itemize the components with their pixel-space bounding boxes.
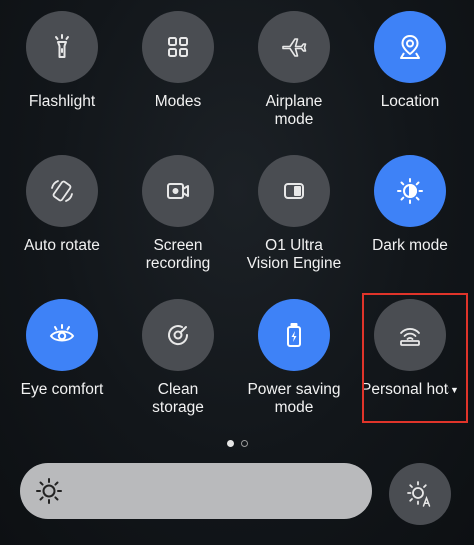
tile-label: Flashlight — [28, 93, 96, 110]
airplane-icon — [282, 38, 307, 57]
flashlight-icon — [55, 34, 69, 58]
tile-auto-rotate[interactable]: Auto rotate — [4, 155, 120, 255]
tile-airplane-mode[interactable]: Airplane mode — [236, 11, 352, 129]
vision-engine-toggle[interactable] — [258, 155, 330, 227]
tile-location[interactable]: Location — [352, 11, 468, 111]
tile-label: Power saving mode — [247, 381, 341, 416]
tile-screen-recording[interactable]: Screen recording — [120, 155, 236, 273]
screen-record-icon — [167, 183, 189, 199]
auto-rotate-toggle[interactable] — [26, 155, 98, 227]
battery-icon — [287, 323, 301, 347]
dark-mode-icon — [397, 178, 423, 204]
location-pin-icon — [400, 35, 420, 59]
auto-brightness-icon — [407, 481, 431, 507]
tile-label: Location — [380, 93, 440, 110]
tile-label: Auto rotate — [24, 237, 100, 254]
clean-storage-toggle[interactable] — [142, 299, 214, 371]
tile-label: O1 Ultra Vision Engine — [246, 237, 342, 272]
page-dot-inactive[interactable] — [240, 440, 248, 447]
flashlight-toggle[interactable] — [26, 11, 98, 83]
page-dot-active[interactable] — [226, 440, 234, 447]
tile-flashlight[interactable]: Flashlight — [4, 11, 120, 111]
page-indicator — [0, 440, 474, 447]
tile-label: Screen recording — [145, 237, 211, 272]
eye-icon — [49, 324, 75, 342]
tile-power-saving[interactable]: Power saving mode — [236, 299, 352, 417]
sun-icon — [36, 478, 62, 504]
tile-label: Dark mode — [372, 237, 448, 254]
tile-dark-mode[interactable]: Dark mode — [352, 155, 468, 255]
screen-recording-toggle[interactable] — [142, 155, 214, 227]
brightness-slider[interactable] — [20, 463, 372, 519]
vision-engine-icon — [284, 183, 304, 199]
location-toggle[interactable] — [374, 11, 446, 83]
auto-brightness-button[interactable] — [389, 463, 451, 525]
tile-label: Airplane mode — [265, 93, 323, 128]
modes-toggle[interactable] — [142, 11, 214, 83]
rotate-icon — [51, 180, 73, 202]
airplane-toggle[interactable] — [258, 11, 330, 83]
tile-vision-engine[interactable]: O1 Ultra Vision Engine — [236, 155, 352, 273]
tile-label: Clean storage — [152, 381, 204, 416]
power-saving-toggle[interactable] — [258, 299, 330, 371]
eye-comfort-toggle[interactable] — [26, 299, 98, 371]
grid-icon — [168, 37, 188, 57]
tile-clean-storage[interactable]: Clean storage — [120, 299, 236, 417]
dark-mode-toggle[interactable] — [374, 155, 446, 227]
tile-label: Eye comfort — [20, 381, 104, 398]
tile-modes[interactable]: Modes — [120, 11, 236, 111]
quick-settings-panel: Flashlight Modes Airplane mode Location … — [0, 0, 474, 545]
highlight-box — [362, 293, 468, 423]
clean-storage-icon — [168, 325, 189, 346]
tile-eye-comfort[interactable]: Eye comfort — [4, 299, 120, 399]
tile-label: Modes — [154, 93, 202, 110]
